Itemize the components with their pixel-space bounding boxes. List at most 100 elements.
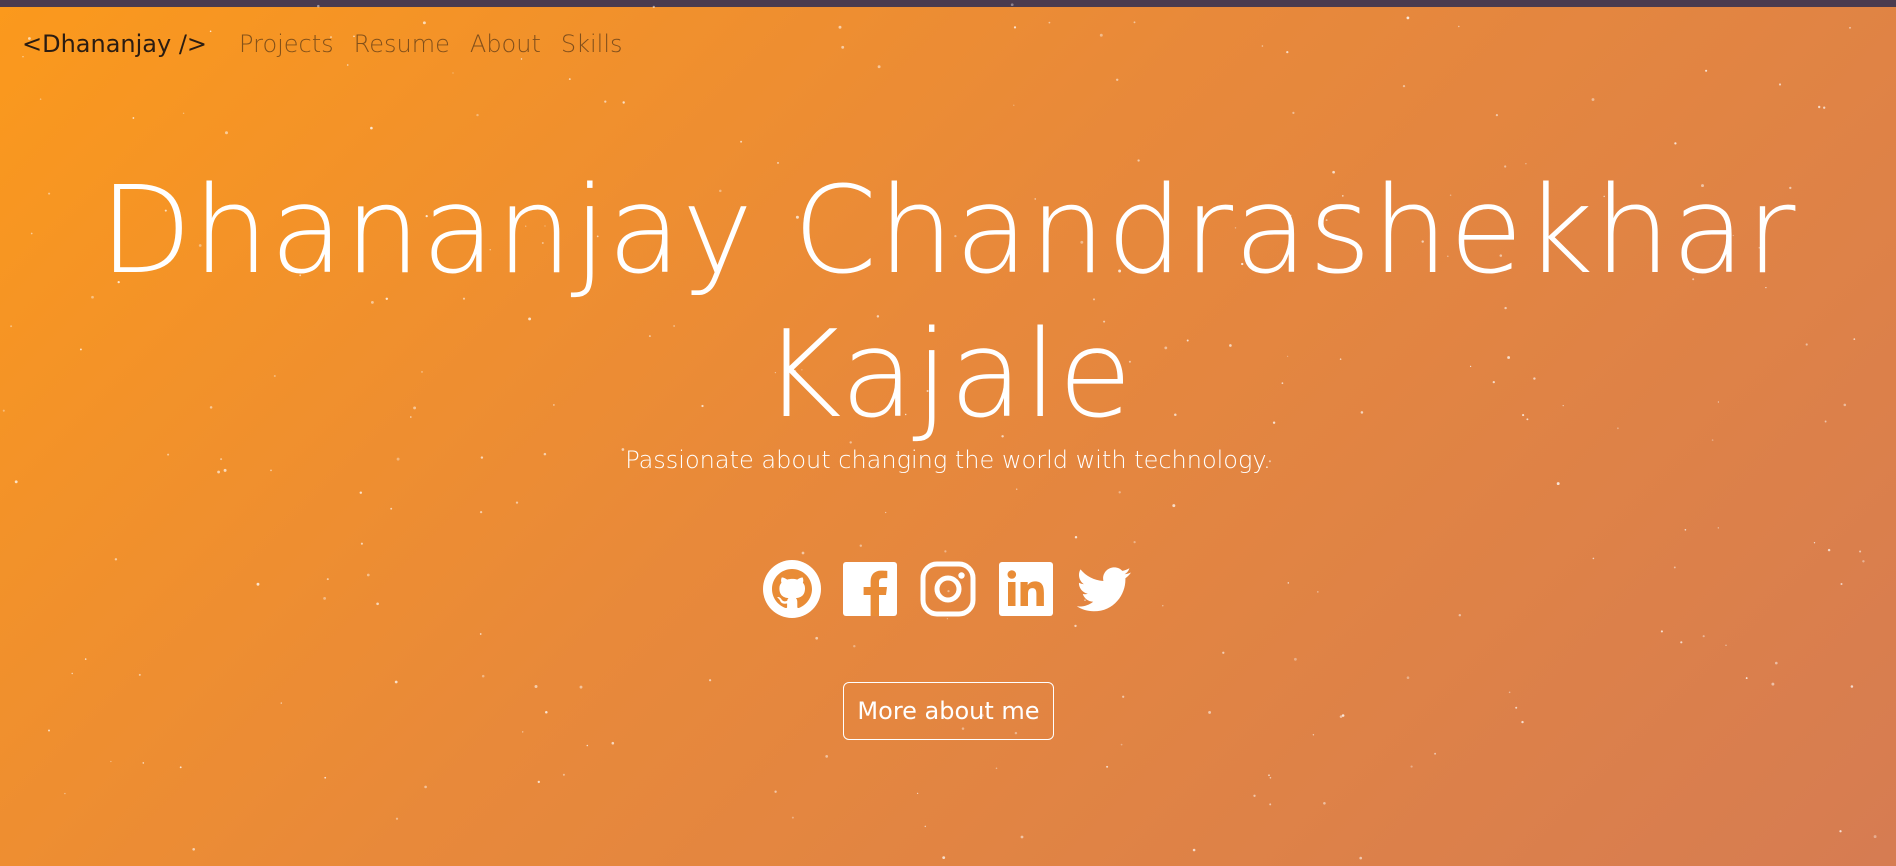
instagram-link[interactable] bbox=[919, 560, 977, 618]
star-dot bbox=[1339, 715, 1343, 718]
star-dot bbox=[1323, 802, 1326, 805]
star-dot bbox=[1775, 661, 1778, 665]
star-dot bbox=[1099, 33, 1103, 37]
star-dot bbox=[1674, 142, 1677, 145]
star-dot bbox=[182, 112, 185, 115]
star-dot bbox=[611, 741, 615, 745]
star-dot bbox=[1458, 25, 1460, 28]
star-dot bbox=[709, 679, 712, 682]
facebook-icon bbox=[843, 562, 897, 616]
star-dot bbox=[545, 710, 548, 714]
nav-link-about[interactable]: About bbox=[470, 30, 541, 58]
star-dot bbox=[1873, 835, 1877, 839]
star-dot bbox=[853, 644, 856, 648]
star-dot bbox=[390, 507, 393, 510]
star-dot bbox=[1120, 743, 1123, 746]
star-dot bbox=[14, 480, 18, 484]
star-dot bbox=[520, 58, 523, 60]
star-dot bbox=[1684, 529, 1687, 531]
github-link[interactable] bbox=[763, 560, 821, 618]
star-dot bbox=[1410, 765, 1413, 768]
star-dot bbox=[1495, 113, 1499, 117]
star-dot bbox=[1074, 624, 1077, 628]
star-dot bbox=[568, 78, 571, 81]
star-dot bbox=[1172, 504, 1176, 508]
star-dot bbox=[801, 551, 805, 555]
star-dot bbox=[1849, 26, 1851, 29]
star-dot bbox=[132, 117, 135, 119]
nav-link-resume[interactable]: Resume bbox=[354, 30, 450, 58]
star-dot bbox=[481, 674, 485, 678]
star-dot bbox=[1269, 803, 1272, 806]
star-dot bbox=[1359, 856, 1363, 860]
star-dot bbox=[1118, 491, 1121, 494]
star-dot bbox=[1192, 848, 1196, 852]
star-dot bbox=[142, 762, 145, 764]
star-dot bbox=[1341, 714, 1345, 717]
star-dot bbox=[1702, 635, 1705, 638]
star-dot bbox=[1253, 794, 1256, 797]
hero-name-line-1: Dhananjay Chandrashekhar bbox=[99, 162, 1797, 301]
star-dot bbox=[1106, 765, 1109, 768]
twitter-link[interactable] bbox=[1075, 560, 1133, 618]
star-dot bbox=[1122, 695, 1125, 698]
star-dot bbox=[1591, 98, 1595, 101]
star-dot bbox=[1016, 488, 1018, 490]
star-dot bbox=[1813, 542, 1816, 544]
star-dot bbox=[841, 45, 845, 49]
star-dot bbox=[791, 816, 794, 819]
star-dot bbox=[424, 785, 427, 789]
star-dot bbox=[1208, 710, 1212, 714]
star-dot bbox=[1074, 536, 1078, 539]
hero-name: Dhananjay Chandrashekhar Kajale bbox=[0, 160, 1896, 448]
star-dot bbox=[1778, 83, 1782, 86]
star-dot bbox=[479, 633, 482, 635]
star-dot bbox=[586, 744, 589, 747]
facebook-link[interactable] bbox=[841, 560, 899, 618]
star-dot bbox=[1705, 69, 1708, 72]
star-dot bbox=[1269, 776, 1272, 779]
star-dot bbox=[1312, 734, 1315, 736]
star-dot bbox=[534, 685, 538, 688]
star-dot bbox=[825, 755, 829, 758]
linkedin-icon bbox=[999, 562, 1053, 616]
star-dot bbox=[1115, 78, 1119, 82]
star-dot bbox=[1818, 105, 1821, 109]
hero-tagline: Passionate about changing the world with… bbox=[625, 446, 1271, 474]
star-dot bbox=[604, 100, 607, 103]
star-dot bbox=[64, 792, 66, 795]
brand-logo[interactable]: <Dhananjay /> bbox=[22, 30, 207, 58]
star-dot bbox=[1717, 527, 1719, 529]
star-dot bbox=[1556, 482, 1560, 486]
star-dot bbox=[1771, 682, 1775, 686]
star-dot bbox=[579, 685, 583, 689]
twitter-icon bbox=[1076, 567, 1131, 612]
star-dot bbox=[1292, 111, 1295, 115]
github-icon bbox=[763, 560, 821, 618]
star-dot bbox=[1680, 641, 1683, 644]
star-dot bbox=[1013, 104, 1015, 106]
navbar: <Dhananjay /> Projects Resume About Skil… bbox=[22, 30, 643, 58]
star-dot bbox=[1402, 84, 1406, 88]
star-dot bbox=[225, 131, 228, 135]
linkedin-link[interactable] bbox=[997, 560, 1055, 618]
star-dot bbox=[944, 550, 947, 553]
star-dot bbox=[48, 729, 50, 732]
instagram-icon bbox=[920, 561, 976, 617]
nav-link-skills[interactable]: Skills bbox=[561, 30, 623, 58]
star-dot bbox=[924, 825, 927, 828]
star-dot bbox=[1859, 550, 1862, 553]
star-dot bbox=[1133, 541, 1136, 544]
more-about-me-button[interactable]: More about me bbox=[843, 682, 1054, 740]
star-dot bbox=[1827, 548, 1831, 552]
nav-link-projects[interactable]: Projects bbox=[239, 30, 334, 58]
star-dot bbox=[395, 817, 399, 820]
star-dot bbox=[1406, 676, 1410, 680]
star-dot bbox=[280, 702, 282, 704]
star-dot bbox=[562, 773, 565, 776]
star-dot bbox=[479, 510, 483, 514]
social-links bbox=[0, 560, 1896, 618]
star-dot bbox=[859, 544, 862, 547]
star-dot bbox=[1222, 651, 1225, 654]
star-dot bbox=[838, 25, 842, 29]
